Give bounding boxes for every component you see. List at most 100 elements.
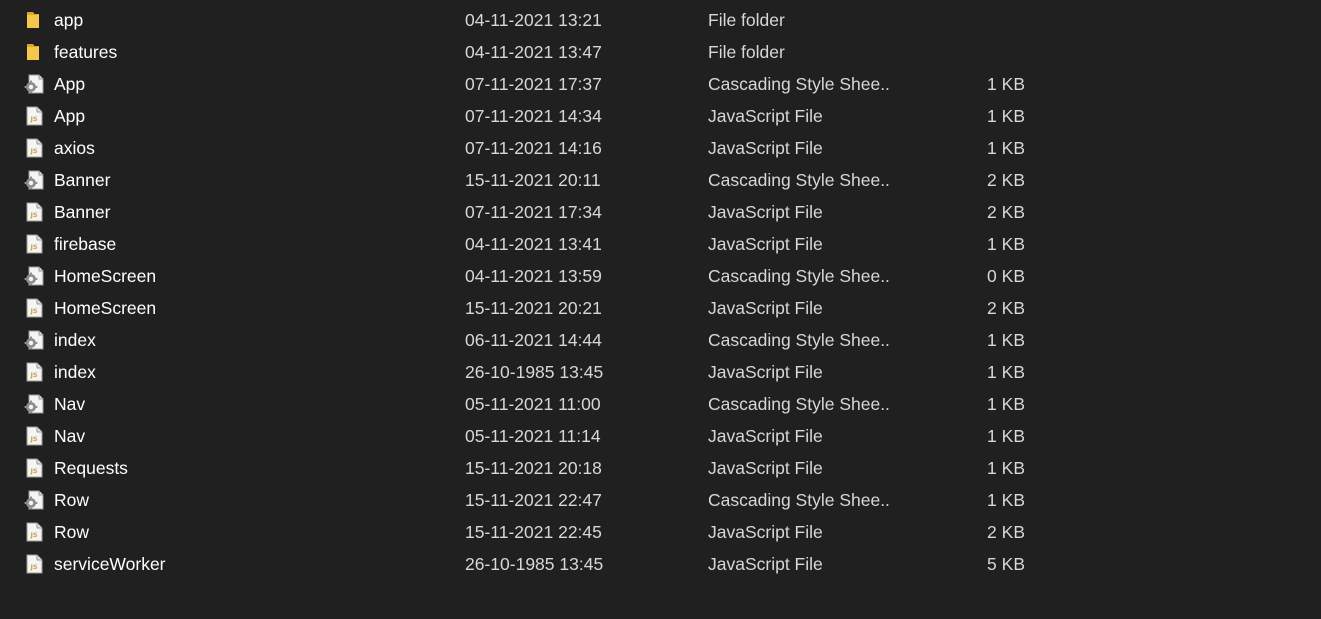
file-row[interactable]: JS axios 07-11-2021 14:16 JavaScript File 1 … xyxy=(0,132,1321,164)
file-row[interactable]: JS index 26-10-1985 13:45 JavaScript File 1 … xyxy=(0,356,1321,388)
file-row[interactable]: JS Nav 05-11-2021 11:14 JavaScript File 1 KB xyxy=(0,420,1321,452)
file-size: 1 KB xyxy=(987,234,1025,254)
file-date-modified: 04-11-2021 13:59 xyxy=(465,266,602,286)
file-row[interactable]: JS HomeScreen 15-11-2021 20:21 JavaScript F… xyxy=(0,292,1321,324)
js-file-icon: JS xyxy=(24,298,44,318)
folder-icon xyxy=(24,42,44,62)
file-size: 1 KB xyxy=(987,458,1025,478)
file-type: JavaScript File xyxy=(708,298,823,318)
file-date-modified: 26-10-1985 13:45 xyxy=(465,362,604,382)
file-size: 2 KB xyxy=(987,522,1025,542)
file-type: Cascading Style Shee... xyxy=(708,74,890,94)
js-file-icon: JS xyxy=(24,426,44,446)
file-name: features xyxy=(54,42,118,62)
file-type: Cascading Style Shee... xyxy=(708,330,890,350)
file-date-modified: 26-10-1985 13:45 xyxy=(465,554,604,574)
file-name: App xyxy=(54,106,86,126)
file-name: app xyxy=(54,10,84,30)
file-row[interactable]: JS Requests 15-11-2021 20:18 JavaScript Fil… xyxy=(0,452,1321,484)
file-type: JavaScript File xyxy=(708,202,823,222)
file-type: File folder xyxy=(708,10,785,30)
svg-text:JS: JS xyxy=(29,563,37,571)
file-row[interactable]: HomeScreen 04-11-2021 13:59 Cascading Styl… xyxy=(0,260,1321,292)
file-date-modified: 15-11-2021 20:11 xyxy=(465,170,601,190)
file-date-modified: 04-11-2021 13:41 xyxy=(465,234,602,254)
svg-text:JS: JS xyxy=(29,467,37,475)
file-date-modified: 05-11-2021 11:14 xyxy=(465,426,601,446)
file-date-modified: 07-11-2021 14:34 xyxy=(465,106,602,126)
file-row[interactable]: JS serviceWorker 26-10-1985 13:45 JavaScrip… xyxy=(0,548,1321,580)
js-file-icon: JS xyxy=(24,138,44,158)
svg-text:JS: JS xyxy=(29,307,37,315)
file-row[interactable]: JS App 07-11-2021 14:34 JavaScript File 1 KB xyxy=(0,100,1321,132)
file-row[interactable]: app 04-11-2021 13:21 File folder xyxy=(0,4,1321,36)
file-date-modified: 15-11-2021 22:47 xyxy=(465,490,602,510)
file-name: axios xyxy=(54,138,95,158)
file-row[interactable]: features 04-11-2021 13:47 File folder xyxy=(0,36,1321,68)
js-file-icon: JS xyxy=(24,554,44,574)
file-date-modified: 07-11-2021 17:34 xyxy=(465,202,602,222)
file-size: 1 KB xyxy=(987,106,1025,126)
js-file-icon: JS xyxy=(24,362,44,382)
js-file-icon: JS xyxy=(24,202,44,222)
file-date-modified: 04-11-2021 13:21 xyxy=(465,10,602,30)
folder-icon xyxy=(24,10,44,30)
file-row[interactable]: Row 15-11-2021 22:47 Cascading Style Shee.… xyxy=(0,484,1321,516)
file-type: Cascading Style Shee... xyxy=(708,490,890,510)
svg-text:JS: JS xyxy=(29,147,37,155)
file-name: serviceWorker xyxy=(54,554,166,574)
file-size: 1 KB xyxy=(987,426,1025,446)
file-size: 1 KB xyxy=(987,362,1025,382)
file-type: JavaScript File xyxy=(708,554,823,574)
file-name: HomeScreen xyxy=(54,266,157,286)
file-name: Banner xyxy=(54,170,111,190)
css-file-icon xyxy=(24,266,44,286)
file-row[interactable]: JS Row 15-11-2021 22:45 JavaScript File 2 KB xyxy=(0,516,1321,548)
file-size: 2 KB xyxy=(987,298,1025,318)
svg-text:JS: JS xyxy=(29,211,37,219)
file-row[interactable]: JS firebase 04-11-2021 13:41 JavaScript Fil… xyxy=(0,228,1321,260)
file-type: JavaScript File xyxy=(708,106,823,126)
js-file-icon: JS xyxy=(24,522,44,542)
svg-text:JS: JS xyxy=(29,243,37,251)
file-list: app 04-11-2021 13:21 File folder features 04… xyxy=(0,4,1321,580)
file-size: 5 KB xyxy=(987,554,1025,574)
file-name: Banner xyxy=(54,202,111,222)
svg-text:JS: JS xyxy=(29,371,37,379)
file-date-modified: 15-11-2021 20:18 xyxy=(465,458,602,478)
file-size: 0 KB xyxy=(987,266,1025,286)
file-name: index xyxy=(54,330,96,350)
file-name: index xyxy=(54,362,96,382)
file-name: HomeScreen xyxy=(54,298,157,318)
file-size: 1 KB xyxy=(987,330,1025,350)
file-size: 1 KB xyxy=(987,490,1025,510)
file-size: 2 KB xyxy=(987,202,1025,222)
file-name: App xyxy=(54,74,86,94)
file-name: Nav xyxy=(54,394,86,414)
svg-text:JS: JS xyxy=(29,435,37,443)
file-row[interactable]: index 06-11-2021 14:44 Cascading Style She… xyxy=(0,324,1321,356)
svg-text:JS: JS xyxy=(29,531,37,539)
css-file-icon xyxy=(24,394,44,414)
file-row[interactable]: Banner 15-11-2021 20:11 Cascading Style Sh… xyxy=(0,164,1321,196)
js-file-icon: JS xyxy=(24,106,44,126)
file-size: 2 KB xyxy=(987,170,1025,190)
file-date-modified: 07-11-2021 14:16 xyxy=(465,138,602,158)
file-size: 1 KB xyxy=(987,74,1025,94)
file-row[interactable]: JS Banner 07-11-2021 17:34 JavaScript File 2… xyxy=(0,196,1321,228)
file-size: 1 KB xyxy=(987,138,1025,158)
svg-text:JS: JS xyxy=(29,115,37,123)
file-name: Nav xyxy=(54,426,86,446)
file-row[interactable]: App 07-11-2021 17:37 Cascading Style Shee.… xyxy=(0,68,1321,100)
file-date-modified: 04-11-2021 13:47 xyxy=(465,42,602,62)
js-file-icon: JS xyxy=(24,234,44,254)
file-date-modified: 05-11-2021 11:00 xyxy=(465,394,601,414)
css-file-icon xyxy=(24,490,44,510)
file-row[interactable]: Nav 05-11-2021 11:00 Cascading Style Shee.… xyxy=(0,388,1321,420)
css-file-icon xyxy=(24,170,44,190)
file-type: Cascading Style Shee... xyxy=(708,170,890,190)
file-type: JavaScript File xyxy=(708,138,823,158)
css-file-icon xyxy=(24,74,44,94)
file-type: JavaScript File xyxy=(708,426,823,446)
file-date-modified: 15-11-2021 22:45 xyxy=(465,522,602,542)
